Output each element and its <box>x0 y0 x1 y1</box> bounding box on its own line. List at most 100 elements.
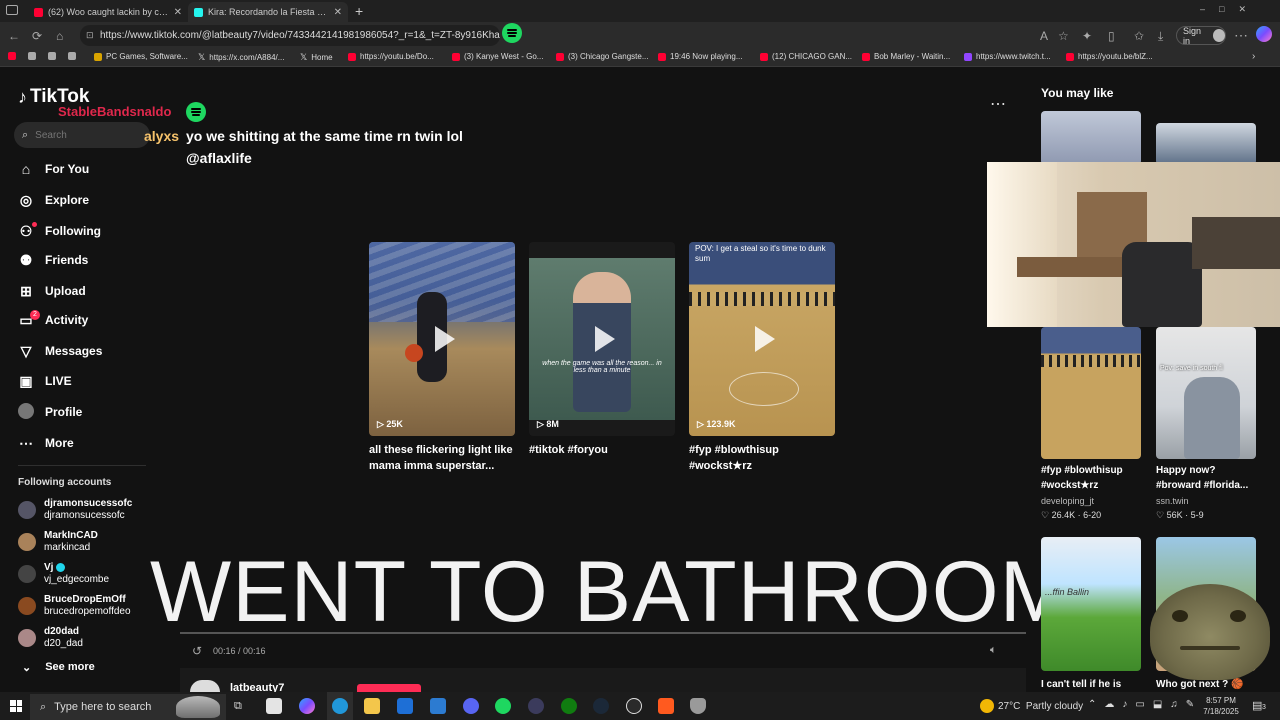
video-caption[interactable]: all these flickering light like mama imm… <box>369 442 515 474</box>
bookmark-item[interactable]: (3) Kanye West - Go... <box>452 52 543 61</box>
bookmark-item[interactable]: Bob Marley - Waitin... <box>862 52 950 61</box>
suggested-video-card[interactable]: ...ffin Ballin <box>1041 537 1141 671</box>
close-tab-icon[interactable]: ✕ <box>334 7 342 18</box>
replay-icon[interactable]: ↺ <box>192 644 202 658</box>
bookmark-item[interactable]: 19:46 Now playing... <box>658 52 743 61</box>
xbox-icon[interactable] <box>561 698 577 714</box>
favorite-star-icon[interactable]: ☆ <box>1058 29 1069 43</box>
copilot-icon[interactable] <box>1256 26 1272 42</box>
obs-icon[interactable] <box>626 698 642 714</box>
suggested-video-card[interactable] <box>1156 123 1256 165</box>
nav-activity[interactable]: ▭ Activity <box>18 309 88 331</box>
app-icon[interactable] <box>658 698 674 714</box>
video-card[interactable]: ▷ 25K <box>369 242 515 436</box>
bookmark-item[interactable]: (12) CHICAGO GAN... <box>760 52 852 61</box>
author-handle[interactable]: latbeauty7 <box>230 682 284 692</box>
bookmark-item[interactable] <box>48 52 56 60</box>
file-explorer-icon[interactable] <box>364 698 380 714</box>
sign-in-button[interactable]: Sign in <box>1176 26 1226 46</box>
suggested-author[interactable]: developing_jt <box>1041 496 1094 506</box>
weather-text[interactable]: 27°C Partly cloudy <box>998 701 1083 712</box>
bookmark-item[interactable]: PC Games, Software... <box>94 52 188 61</box>
bookmark-item[interactable]: https://youtu.be/Do... <box>348 52 434 61</box>
split-screen-icon[interactable]: ▯ <box>1108 29 1115 43</box>
app-icon[interactable] <box>528 698 544 714</box>
outlook-icon[interactable] <box>397 698 413 714</box>
steam-icon[interactable] <box>593 698 609 714</box>
account-item[interactable]: djramonsucessofc djramonsucessofc <box>18 498 132 522</box>
account-item[interactable]: MarkInCAD markincad <box>18 530 98 554</box>
video-overlay-text: Pov: save in south fl <box>1160 365 1223 372</box>
downloads-icon[interactable]: ⤓ <box>1158 29 1163 44</box>
stream-overlay-text: WENT TO BATHROOM <box>150 544 1073 640</box>
store-app-icon[interactable] <box>266 698 282 714</box>
window-controls[interactable]: –□✕ <box>1200 4 1260 15</box>
suggested-video-card[interactable] <box>1041 111 1141 165</box>
bookmark-item[interactable]: https://www.twitch.t... <box>964 52 1051 61</box>
account-item[interactable]: Vj vj_edgecombe <box>18 562 109 586</box>
address-bar[interactable]: ⊡ https://www.tiktok.com/@latbeauty7/vid… <box>80 25 500 46</box>
system-tray-icons[interactable]: ⌃☁♪▭⬓♫✎ <box>1088 699 1202 710</box>
bookmark-item[interactable]: 𝕏 Home <box>300 52 333 63</box>
bookmark-item[interactable]: (3) Chicago Gangste... <box>556 52 648 61</box>
bookmark-item[interactable]: 𝕏https://x.com/A884/... <box>198 52 284 63</box>
account-item[interactable]: d20dad d20_dad <box>18 626 83 650</box>
nav-for-you[interactable]: ⌂ For You <box>18 158 89 180</box>
bookmark-item[interactable]: https://youtu.be/blZ... <box>1066 52 1153 61</box>
suggested-video-card[interactable] <box>1041 327 1141 459</box>
progress-bar[interactable] <box>180 632 1026 634</box>
more-options-icon[interactable]: ⋯ <box>990 94 1006 114</box>
video-caption[interactable]: #fyp #blowthisup #wockst★rz <box>689 442 835 474</box>
photos-icon[interactable] <box>430 698 446 714</box>
windows-start-icon[interactable] <box>10 700 22 712</box>
nav-following[interactable]: ⚇ Following <box>18 220 101 242</box>
suggested-author[interactable]: ssn.twin <box>1156 496 1189 506</box>
clock[interactable]: 8:57 PM 7/18/2025 <box>1196 695 1246 717</box>
close-tab-icon[interactable]: ✕ <box>174 7 182 18</box>
settings-menu-icon[interactable]: ⋯ <box>1234 27 1248 44</box>
tab-actions-icon[interactable] <box>6 5 18 15</box>
see-more-button[interactable]: ⌄ See more <box>22 661 95 674</box>
nav-upload[interactable]: ⊞ Upload <box>18 280 86 302</box>
video-caption[interactable]: #tiktok #foryou <box>529 442 675 458</box>
author-avatar[interactable] <box>190 680 220 692</box>
notification-icon[interactable]: ▤ <box>1252 699 1262 712</box>
tab-tiktok[interactable]: Kira: Recordando la Fiesta Perfect... ✕ <box>188 2 348 22</box>
nav-messages[interactable]: ▽ Messages <box>18 340 103 362</box>
suggested-caption[interactable]: Happy now? #broward #florida... <box>1156 463 1256 493</box>
account-item[interactable]: BruceDropEmOff brucedropemoffdeo <box>18 594 131 618</box>
extensions-icon[interactable]: ✦ <box>1082 29 1092 43</box>
read-aloud-icon[interactable]: A <box>1040 29 1048 43</box>
shield-app-icon[interactable] <box>690 698 706 714</box>
suggested-video-card[interactable]: Pov: save in south fl <box>1156 327 1256 459</box>
nav-live[interactable]: ▣ LIVE <box>18 370 71 392</box>
spotify-app-icon[interactable] <box>495 698 511 714</box>
comment-author[interactable]: alyxs <box>144 128 179 144</box>
refresh-icon[interactable]: ⟳ <box>32 29 42 43</box>
suggested-caption[interactable]: I can't tell if he is <box>1041 677 1149 691</box>
tab-youtube[interactable]: (62) Woo caught lackin by choo ... ✕ <box>28 2 188 22</box>
volume-icon[interactable]: 🔈︎ <box>990 644 997 657</box>
search-input[interactable] <box>35 129 126 141</box>
video-card[interactable]: when the game was all the reason... in l… <box>529 242 675 436</box>
back-icon[interactable]: ← <box>8 29 20 43</box>
nav-profile[interactable]: Profile <box>18 401 82 423</box>
follow-button[interactable] <box>357 684 421 692</box>
nav-explore[interactable]: ◎ Explore <box>18 189 89 211</box>
copilot-app-icon[interactable] <box>299 698 315 714</box>
nav-friends[interactable]: ⚉ Friends <box>18 249 89 271</box>
bookmarks-overflow-chevron-icon[interactable]: › <box>1252 51 1255 62</box>
home-icon[interactable]: ⌂ <box>56 29 63 43</box>
favorites-icon[interactable]: ✩ <box>1134 29 1144 43</box>
video-card[interactable]: POV: I get a steal so it's time to dunk … <box>689 242 835 436</box>
discord-icon[interactable] <box>463 698 479 714</box>
new-tab-button[interactable]: + <box>355 3 363 19</box>
nav-more[interactable]: ⋯ More <box>18 432 74 454</box>
suggested-caption[interactable]: #fyp #blowthisup #wockst★rz <box>1041 463 1149 493</box>
task-view-icon[interactable]: ⧉ <box>234 700 242 713</box>
comment-mention[interactable]: @aflaxlife <box>186 150 252 166</box>
bookmark-item[interactable] <box>8 52 16 60</box>
search-box[interactable]: ⌕ <box>14 122 150 148</box>
bookmark-item[interactable] <box>28 52 36 60</box>
bookmark-item[interactable] <box>68 52 76 60</box>
